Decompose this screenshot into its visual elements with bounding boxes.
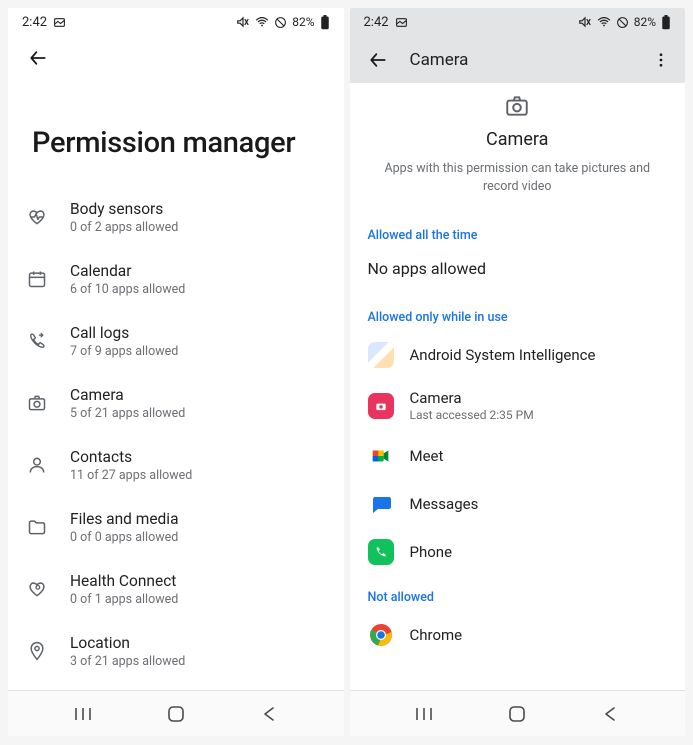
wifi-icon bbox=[597, 15, 611, 29]
no-data-icon bbox=[616, 16, 629, 29]
page-header: Camera Apps with this permission can tak… bbox=[350, 83, 686, 214]
back-button[interactable] bbox=[20, 40, 56, 76]
folder-icon bbox=[26, 516, 48, 538]
perm-label: Camera bbox=[70, 386, 185, 404]
camera-permission-screen: 2:42 82% Camera bbox=[350, 8, 686, 736]
perm-item-camera[interactable]: Camera 5 of 21 apps allowed bbox=[8, 372, 344, 434]
app-row-chrome[interactable]: Chrome bbox=[350, 611, 686, 659]
heart-pulse-icon bbox=[26, 206, 48, 228]
perm-item-health-connect[interactable]: Health Connect 0 of 1 apps allowed bbox=[8, 558, 344, 620]
perm-sub: 0 of 1 apps allowed bbox=[70, 592, 178, 607]
header-title: Camera bbox=[410, 50, 644, 70]
overflow-menu-button[interactable] bbox=[643, 42, 679, 78]
perm-label: Contacts bbox=[70, 448, 192, 466]
messages-app-icon bbox=[368, 491, 394, 517]
perm-label: Location bbox=[70, 634, 185, 652]
title-bar: Camera bbox=[350, 36, 686, 83]
top-bar bbox=[8, 36, 344, 80]
perm-label: Calendar bbox=[70, 262, 185, 280]
app-name: Android System Intelligence bbox=[410, 346, 596, 364]
mute-icon bbox=[236, 15, 250, 29]
no-apps-text: No apps allowed bbox=[350, 249, 686, 296]
nav-home[interactable] bbox=[493, 697, 541, 731]
asi-app-icon bbox=[368, 342, 394, 368]
battery-percent: 82% bbox=[634, 15, 656, 29]
nav-recents[interactable] bbox=[400, 697, 448, 731]
perm-sub: 7 of 9 apps allowed bbox=[70, 344, 178, 359]
section-allowed-while-in-use: Allowed only while in use bbox=[350, 296, 686, 331]
app-row-meet[interactable]: Meet bbox=[350, 432, 686, 480]
section-allowed-all-time: Allowed all the time bbox=[350, 214, 686, 249]
battery-icon bbox=[661, 15, 671, 30]
perm-sub: 3 of 21 apps allowed bbox=[70, 654, 185, 669]
battery-percent: 82% bbox=[292, 15, 314, 29]
app-name: Messages bbox=[410, 495, 479, 513]
camera-app-icon bbox=[368, 393, 394, 419]
perm-sub: 6 of 10 apps allowed bbox=[70, 282, 185, 297]
permission-list: Body sensors 0 of 2 apps allowed Calenda… bbox=[8, 186, 344, 690]
more-vert-icon bbox=[652, 51, 670, 69]
nav-home[interactable] bbox=[152, 697, 200, 731]
meet-app-icon bbox=[368, 443, 394, 469]
app-row-phone[interactable]: Phone bbox=[350, 528, 686, 576]
page-title: Permission manager bbox=[8, 80, 344, 186]
location-icon bbox=[26, 640, 48, 662]
section-not-allowed: Not allowed bbox=[350, 576, 686, 611]
app-row-camera[interactable]: Camera Last accessed 2:35 PM bbox=[350, 379, 686, 432]
health-icon bbox=[26, 578, 48, 600]
page-description: Apps with this permission can take pictu… bbox=[378, 160, 658, 196]
phone-log-icon bbox=[26, 330, 48, 352]
chrome-app-icon bbox=[368, 622, 394, 648]
app-row-android-system-intelligence[interactable]: Android System Intelligence bbox=[350, 331, 686, 379]
contact-icon bbox=[26, 454, 48, 476]
mute-icon bbox=[578, 15, 592, 29]
nav-recents[interactable] bbox=[59, 697, 107, 731]
perm-label: Health Connect bbox=[70, 572, 178, 590]
status-bar: 2:42 82% bbox=[350, 8, 686, 36]
nav-bar bbox=[350, 690, 686, 736]
perm-label: Body sensors bbox=[70, 200, 178, 218]
battery-icon bbox=[320, 15, 330, 30]
perm-item-files[interactable]: Files and media 0 of 0 apps allowed bbox=[8, 496, 344, 558]
perm-item-call-logs[interactable]: Call logs 7 of 9 apps allowed bbox=[8, 310, 344, 372]
picture-icon bbox=[53, 16, 66, 29]
page-title: Camera bbox=[378, 129, 658, 150]
picture-icon bbox=[395, 16, 408, 29]
perm-sub: 11 of 27 apps allowed bbox=[70, 468, 192, 483]
perm-item-calendar[interactable]: Calendar 6 of 10 apps allowed bbox=[8, 248, 344, 310]
perm-sub: 0 of 0 apps allowed bbox=[70, 530, 179, 545]
app-name: Camera bbox=[410, 389, 534, 407]
app-name: Phone bbox=[410, 543, 453, 561]
back-arrow-icon bbox=[28, 48, 48, 68]
nav-back[interactable] bbox=[586, 697, 634, 731]
status-bar: 2:42 82% bbox=[8, 8, 344, 36]
status-time: 2:42 bbox=[22, 15, 47, 30]
perm-sub: 0 of 2 apps allowed bbox=[70, 220, 178, 235]
app-name: Meet bbox=[410, 447, 444, 465]
perm-item-contacts[interactable]: Contacts 11 of 27 apps allowed bbox=[8, 434, 344, 496]
status-time: 2:42 bbox=[364, 15, 389, 30]
perm-sub: 5 of 21 apps allowed bbox=[70, 406, 185, 421]
phone-app-icon bbox=[368, 539, 394, 565]
camera-icon bbox=[26, 392, 48, 414]
back-button[interactable] bbox=[360, 42, 396, 78]
camera-icon bbox=[378, 93, 658, 119]
perm-label: Files and media bbox=[70, 510, 179, 528]
back-arrow-icon bbox=[368, 50, 388, 70]
app-row-messages[interactable]: Messages bbox=[350, 480, 686, 528]
app-sub: Last accessed 2:35 PM bbox=[410, 408, 534, 422]
perm-item-body-sensors[interactable]: Body sensors 0 of 2 apps allowed bbox=[8, 186, 344, 248]
perm-label: Call logs bbox=[70, 324, 178, 342]
nav-bar bbox=[8, 690, 344, 736]
wifi-icon bbox=[255, 15, 269, 29]
perm-item-location[interactable]: Location 3 of 21 apps allowed bbox=[8, 620, 344, 682]
nav-back[interactable] bbox=[245, 697, 293, 731]
app-name: Chrome bbox=[410, 626, 463, 644]
calendar-icon bbox=[26, 268, 48, 290]
no-data-icon bbox=[274, 16, 287, 29]
permission-manager-screen: 2:42 82% Permission manager Body sensors… bbox=[8, 8, 344, 736]
